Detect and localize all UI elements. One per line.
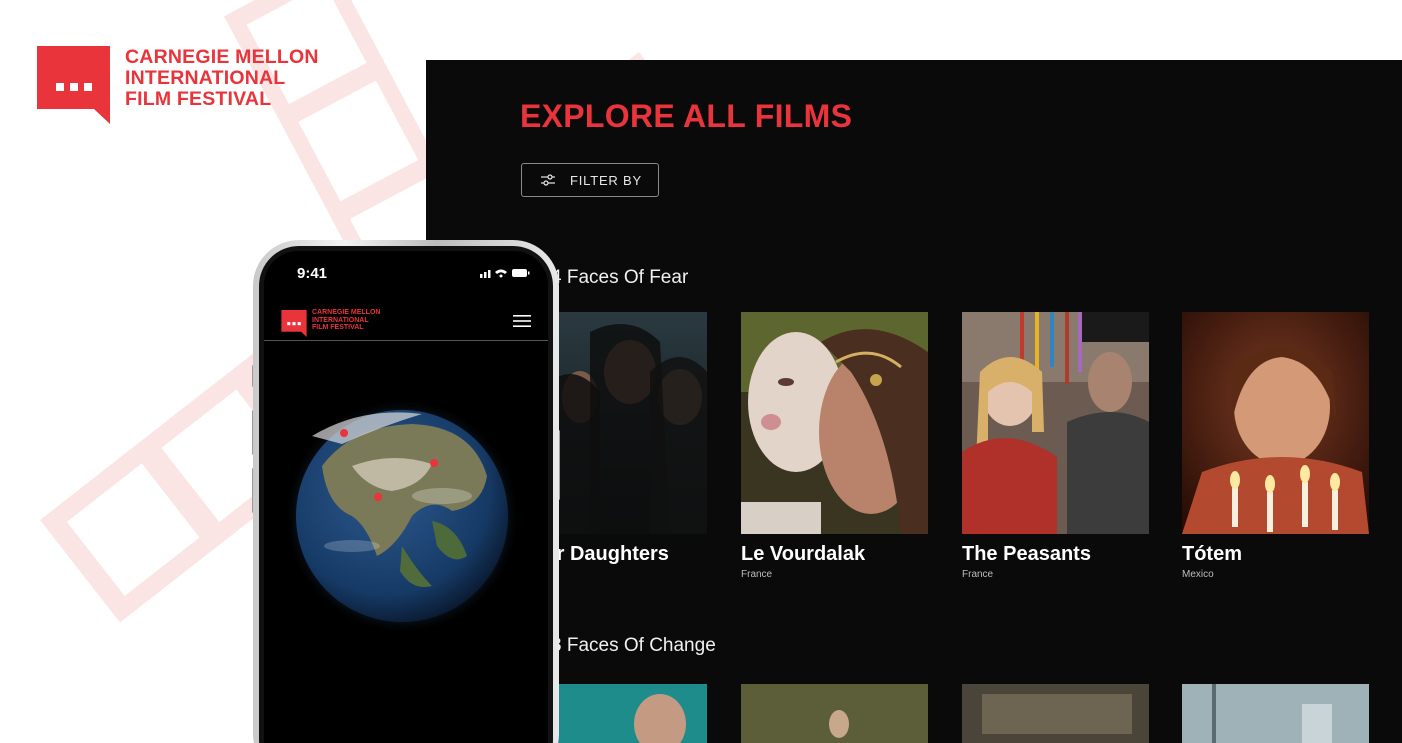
brand-line-3: FILM FESTIVAL (125, 88, 272, 110)
film-country: Mexico (1182, 569, 1214, 580)
film-title: Le Vourdalak (741, 543, 866, 565)
status-bar-icons (480, 269, 530, 278)
speech-bubble-logo-icon (37, 46, 110, 124)
film-country: France (962, 569, 994, 580)
phone-notch (358, 251, 456, 279)
phone-brand-line-2: INTERNATIONAL (312, 316, 369, 324)
film-poster[interactable] (741, 684, 928, 743)
film-poster-the-peasants (962, 312, 1149, 534)
phone-brand-line-3: FILM FESTIVAL (312, 324, 364, 331)
film-poster[interactable] (962, 684, 1149, 743)
status-time: 9:41 (297, 265, 328, 282)
desktop-film-browser: EXPLORE ALL FILMS FILTER BY 4 Faces Of F… (426, 60, 1402, 743)
brand-logo[interactable]: CARNEGIE MELLON INTERNATIONAL FILM FESTI… (37, 46, 319, 124)
brand-line-2: INTERNATIONAL (125, 67, 286, 89)
hamburger-menu-icon[interactable] (513, 314, 531, 328)
brand-line-1: CARNEGIE MELLON (125, 46, 319, 68)
film-card[interactable]: Le Vourdalak France (741, 312, 928, 580)
globe-map[interactable] (282, 396, 522, 636)
phone-header: CARNEGIE MELLON INTERNATIONAL FILM FESTI… (264, 296, 548, 341)
film-title: Tótem (1182, 543, 1242, 565)
filter-button-label: FILTER BY (570, 172, 642, 188)
film-country: France (741, 569, 773, 580)
section-title-faces-of-fear: 4 Faces Of Fear (551, 267, 689, 288)
film-card[interactable]: Tótem Mexico (1182, 312, 1369, 580)
phone-screen: 9:41 CARNEGIE MELLON INTERNATIONAL FILM … (264, 251, 548, 743)
sliders-icon (541, 174, 555, 186)
phone-brand-line-1: CARNEGIE MELLON (312, 309, 381, 316)
phone-mockup: 9:41 CARNEGIE MELLON INTERNATIONAL FILM … (252, 240, 560, 743)
page-title: EXPLORE ALL FILMS (520, 98, 853, 134)
film-poster-totem (1182, 312, 1369, 534)
phone-brand-name: CARNEGIE MELLON INTERNATIONAL FILM FESTI… (312, 309, 380, 332)
film-poster[interactable] (1182, 684, 1369, 743)
filter-button[interactable]: FILTER BY (521, 163, 659, 197)
film-poster-le-vourdalak (741, 312, 928, 534)
brand-name: CARNEGIE MELLON INTERNATIONAL FILM FESTI… (125, 47, 319, 110)
film-card[interactable]: The Peasants France (962, 312, 1149, 580)
speech-bubble-logo-icon[interactable] (281, 310, 307, 337)
film-title: The Peasants (962, 543, 1091, 565)
section-title-faces-of-change: 3 Faces Of Change (551, 635, 716, 656)
